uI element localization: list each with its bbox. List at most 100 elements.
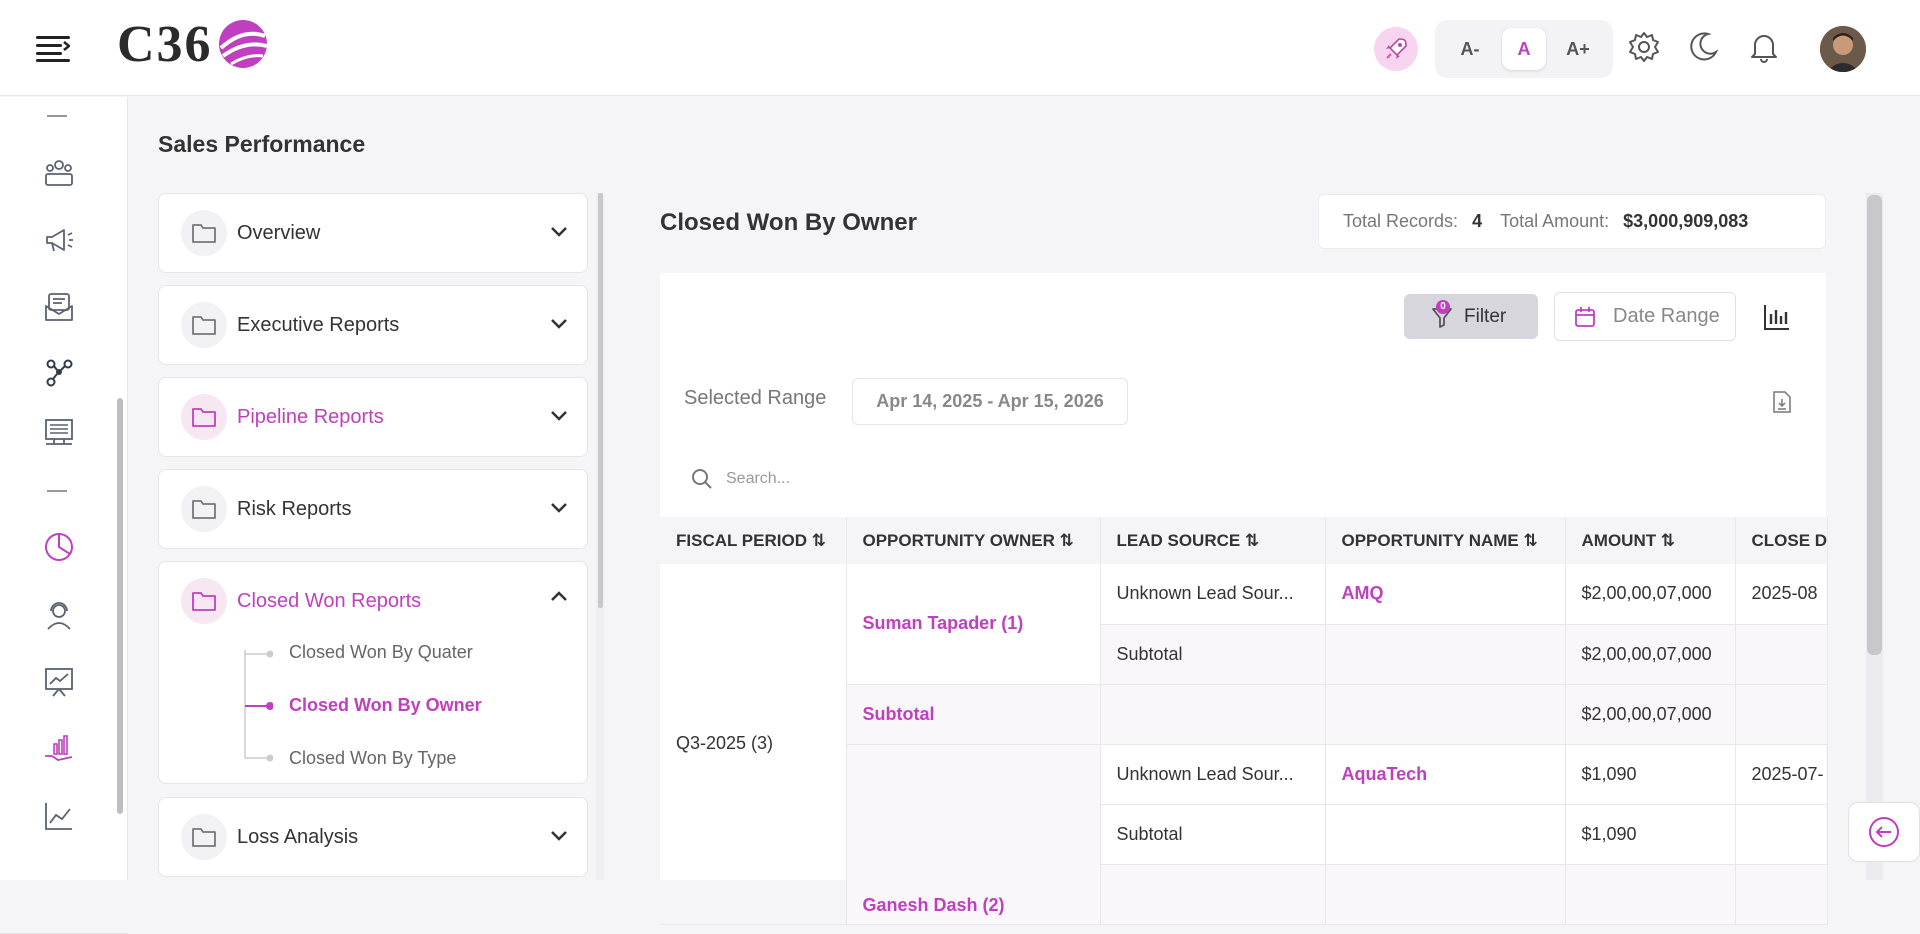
subtotal-label: Subtotal: [1100, 804, 1326, 865]
font-size-toggle: A- A A+: [1435, 20, 1613, 78]
user-avatar[interactable]: [1820, 26, 1866, 72]
network-icon[interactable]: [42, 355, 76, 389]
nav-section-header[interactable]: Closed Won Reports: [159, 562, 587, 640]
tree-connector: [244, 650, 273, 762]
folder-icon: [181, 302, 227, 348]
amount-cell: $2,00,00,07,000: [1565, 684, 1736, 745]
support-agent-icon[interactable]: [42, 598, 76, 632]
column-header-opportunity-name[interactable]: OPPORTUNITY NAME ⇅: [1325, 517, 1566, 564]
empty-cell: [1735, 804, 1829, 865]
search-input[interactable]: [726, 470, 1026, 488]
selected-range-label: Selected Range: [684, 387, 827, 409]
empty-cell: [1325, 864, 1566, 925]
font-decrease-button[interactable]: A-: [1448, 28, 1492, 70]
settings-icon[interactable]: [1627, 30, 1661, 64]
rocket-icon: [1386, 38, 1407, 59]
collapse-button[interactable]: [1848, 802, 1920, 862]
nav-section-closed-won-reports: Closed Won Reports Closed Won By Quater …: [158, 561, 588, 784]
pie-chart-icon[interactable]: [42, 530, 76, 564]
amount-cell: $2,00,00,07,000: [1565, 564, 1736, 625]
nav-section-pipeline-reports[interactable]: Pipeline Reports: [158, 377, 588, 457]
nav-item-closed-won-by-quater[interactable]: Closed Won By Quater: [289, 642, 473, 663]
empty-cell: [1735, 684, 1829, 745]
nav-section-overview[interactable]: Overview: [158, 193, 588, 273]
date-range-button[interactable]: Date Range: [1554, 292, 1736, 341]
table-row: Q3-2025 (3) Suman Tapader (1) Unknown Le…: [660, 564, 1829, 925]
chevron-down-icon[interactable]: [549, 224, 569, 240]
search-bar: [690, 464, 1090, 494]
page-scrollbar[interactable]: [1867, 195, 1882, 655]
page-title: Sales Performance: [158, 131, 366, 157]
revenue-hand-icon[interactable]: [42, 732, 76, 766]
globe-logo-icon: [218, 20, 268, 68]
column-header-lead-source[interactable]: LEAD SOURCE ⇅: [1100, 517, 1326, 564]
megaphone-icon[interactable]: [42, 223, 76, 257]
calendar-icon: [1575, 307, 1595, 327]
opportunity-name-link[interactable]: AquaTech: [1325, 744, 1566, 805]
mail-report-icon[interactable]: [42, 290, 76, 324]
nav-section-loss-analysis[interactable]: Loss Analysis: [158, 797, 588, 877]
amount-cell: $2,00,00,07,000: [1565, 624, 1736, 685]
team-icon[interactable]: [42, 156, 76, 190]
bell-icon[interactable]: [1747, 30, 1781, 64]
sort-icon[interactable]: ⇅: [1245, 531, 1259, 550]
logo[interactable]: C36: [117, 14, 269, 74]
top-bar: C36 A- A A+: [0, 0, 1920, 96]
owner-cell[interactable]: Suman Tapader (1): [846, 564, 1101, 685]
chevron-down-icon[interactable]: [549, 500, 569, 516]
nav-scrollbar[interactable]: [598, 193, 603, 608]
sort-icon[interactable]: ⇅: [1524, 531, 1538, 550]
total-amount-value: $3,000,909,083: [1623, 211, 1749, 231]
empty-cell: [1325, 624, 1566, 685]
nav-section-executive-reports[interactable]: Executive Reports: [158, 285, 588, 365]
chart-board-icon[interactable]: [42, 665, 76, 699]
opportunity-name-link[interactable]: AMQ: [1325, 564, 1566, 625]
sort-icon[interactable]: ⇅: [812, 531, 826, 550]
table-header-row: FISCAL PERIOD ⇅ OPPORTUNITY OWNER ⇅ LEAD…: [660, 517, 1829, 564]
sort-icon[interactable]: ⇅: [1661, 531, 1675, 550]
nav-section-label: Pipeline Reports: [237, 405, 384, 428]
nav-section-label: Loss Analysis: [237, 825, 359, 848]
folder-icon: [181, 210, 227, 256]
bar-chart-icon[interactable]: [1762, 302, 1792, 332]
font-default-button[interactable]: A: [1502, 28, 1546, 70]
fiscal-period-cell: Q3-2025 (3): [660, 564, 847, 925]
nav-item-closed-won-by-owner[interactable]: Closed Won By Owner: [289, 695, 482, 716]
nav-section-risk-reports[interactable]: Risk Reports: [158, 469, 588, 549]
moon-icon[interactable]: [1686, 30, 1720, 64]
chevron-down-icon[interactable]: [549, 408, 569, 424]
arrow-left-circle-icon: [1869, 817, 1899, 847]
sidebar-scrollbar[interactable]: [117, 398, 123, 814]
column-header-fiscal-period[interactable]: FISCAL PERIOD ⇅: [660, 517, 847, 564]
report-title: Closed Won By Owner: [660, 209, 917, 236]
menu-icon[interactable]: [36, 34, 70, 62]
download-file-icon[interactable]: [1772, 390, 1792, 414]
empty-cell: [1565, 864, 1736, 925]
empty-cell: [1735, 624, 1829, 685]
amount-cell: $1,090: [1565, 804, 1736, 865]
filter-button[interactable]: 0 Filter: [1404, 294, 1538, 339]
selected-range-value: Apr 14, 2025 - Apr 15, 2026: [852, 378, 1128, 425]
line-chart-icon[interactable]: [42, 799, 76, 833]
sort-icon[interactable]: ⇅: [1060, 531, 1074, 550]
date-range-label: Date Range: [1613, 305, 1720, 327]
chevron-up-icon[interactable]: [549, 588, 569, 604]
rocket-button[interactable]: [1374, 27, 1418, 71]
report-table: FISCAL PERIOD ⇅ OPPORTUNITY OWNER ⇅ LEAD…: [660, 517, 1829, 925]
sidebar-divider: [47, 115, 67, 117]
chevron-down-icon[interactable]: [549, 828, 569, 844]
empty-cell: [1100, 864, 1326, 925]
column-header-opportunity-owner[interactable]: OPPORTUNITY OWNER ⇅: [846, 517, 1101, 564]
font-increase-button[interactable]: A+: [1556, 28, 1600, 70]
presentation-icon[interactable]: [42, 416, 76, 450]
folder-icon: [181, 814, 227, 860]
empty-cell: [1735, 864, 1829, 925]
filter-count-badge: 0: [1436, 300, 1450, 314]
sidebar-divider: [47, 490, 67, 492]
column-header-amount[interactable]: AMOUNT ⇅: [1565, 517, 1736, 564]
nav-item-closed-won-by-type[interactable]: Closed Won By Type: [289, 748, 456, 769]
lead-source-cell: Unknown Lead Sour...: [1100, 744, 1326, 805]
owner-cell[interactable]: Ganesh Dash (2): [846, 744, 1101, 925]
column-header-close-date[interactable]: CLOSE D: [1735, 517, 1829, 564]
chevron-down-icon[interactable]: [549, 316, 569, 332]
